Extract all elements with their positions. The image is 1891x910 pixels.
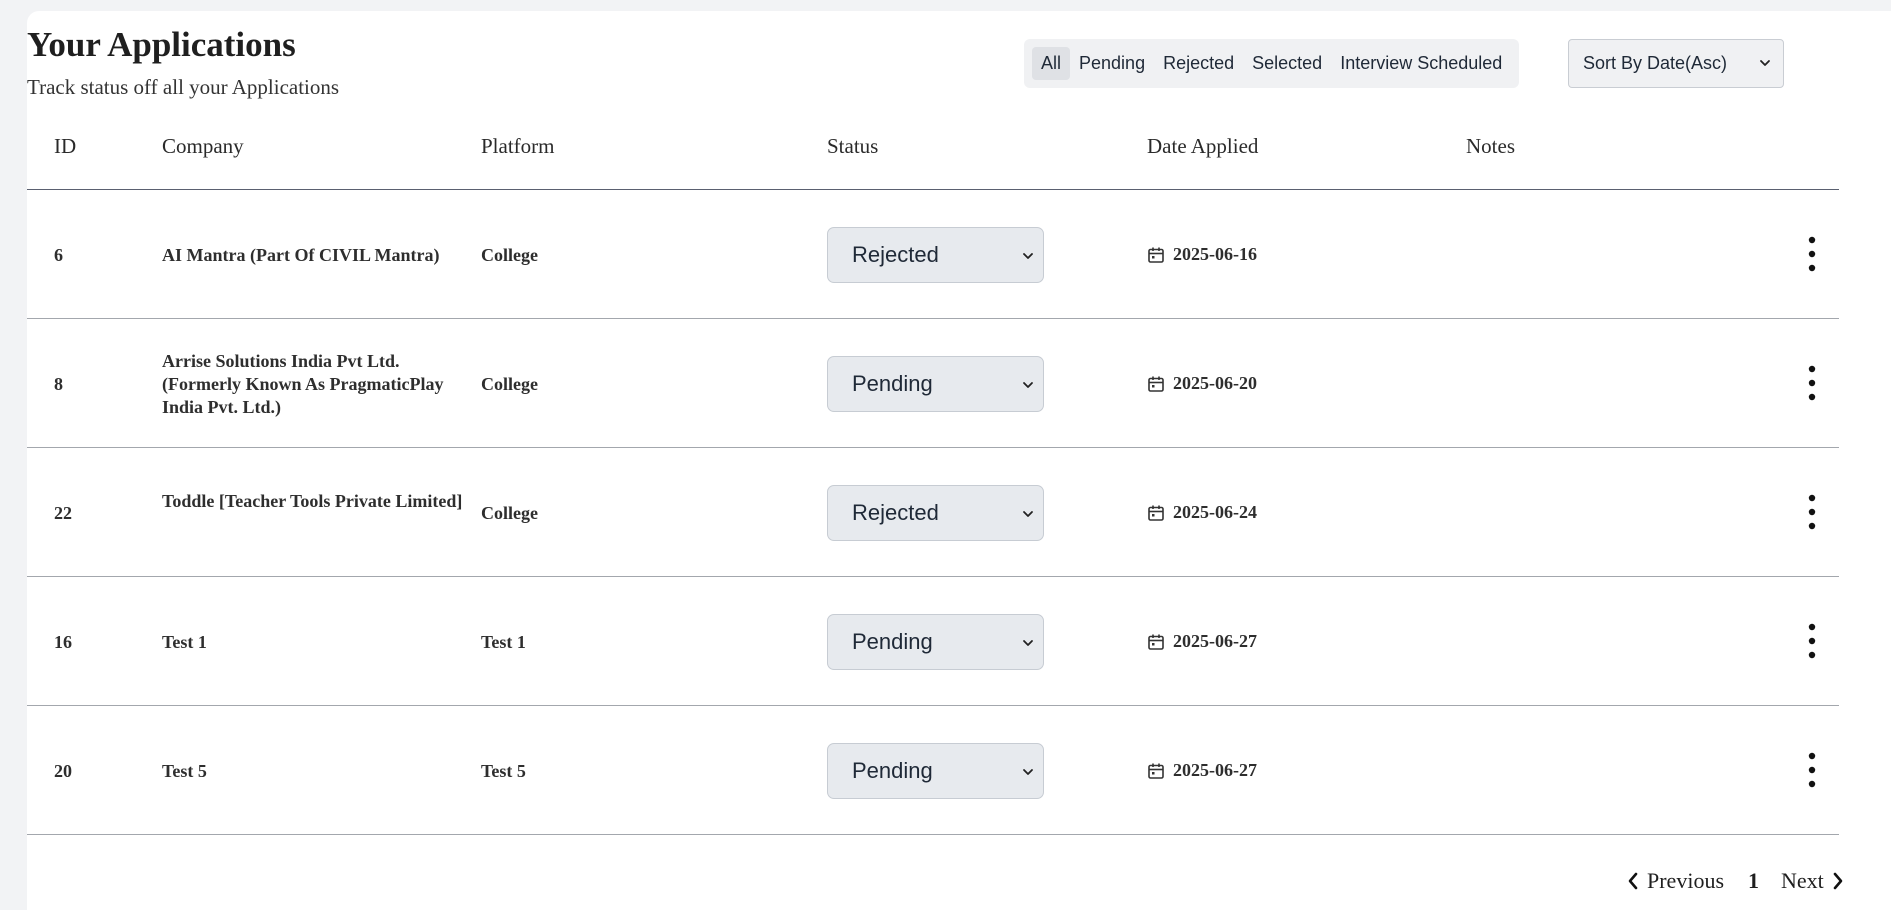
row-id: 8: [54, 374, 63, 394]
previous-button[interactable]: Previous: [1627, 868, 1724, 894]
row-id: 22: [54, 503, 72, 523]
row-platform: College: [481, 503, 538, 523]
table-row: 6 AI Mantra (Part Of CIVIL Mantra) Colle…: [27, 190, 1839, 319]
more-options-icon[interactable]: [1802, 493, 1822, 531]
row-date: 2025-06-27: [1173, 631, 1257, 651]
row-platform: Test 5: [481, 761, 526, 781]
date-applied: 2025-06-24: [1147, 501, 1257, 524]
row-company: Arrise Solutions India Pvt Ltd. (Formerl…: [162, 351, 444, 417]
filter-tab-rejected[interactable]: Rejected: [1154, 47, 1243, 80]
page-subtitle: Track status off all your Applications: [27, 75, 340, 99]
calendar-icon: [1148, 376, 1164, 392]
more-options-icon[interactable]: [1802, 235, 1822, 273]
column-header-id: ID: [54, 134, 77, 158]
row-platform: College: [481, 245, 538, 265]
chevron-down-icon: [1023, 253, 1033, 259]
status-select-value: Rejected: [852, 500, 939, 525]
chevron-down-icon: [1023, 382, 1033, 388]
row-platform: Test 1: [481, 632, 526, 652]
table-row: 20 Test 5 Test 5 Pending 2025-06-27: [27, 706, 1839, 835]
row-company: Toddle [Teacher Tools Private Limited]: [162, 491, 463, 511]
more-options-icon[interactable]: [1802, 622, 1822, 660]
date-applied: 2025-06-27: [1147, 759, 1257, 782]
pagination: Previous 1 Next: [1627, 866, 1844, 896]
calendar-icon: [1148, 505, 1164, 521]
filter-tab-all[interactable]: All: [1032, 47, 1071, 80]
next-label: Next: [1781, 868, 1824, 893]
more-options-icon[interactable]: [1802, 751, 1822, 789]
page-title: Your Applications: [27, 25, 296, 64]
table-row: 16 Test 1 Test 1 Pending 2025-06-27: [27, 577, 1839, 706]
status-select-value: Rejected: [852, 242, 939, 267]
sort-select-value: Sort By Date(Asc): [1583, 53, 1728, 73]
row-date: 2025-06-24: [1173, 502, 1257, 522]
status-select[interactable]: Pending: [827, 743, 1044, 799]
column-header-notes: Notes: [1466, 134, 1515, 158]
row-date: 2025-06-20: [1173, 373, 1257, 393]
chevron-down-icon: [1023, 769, 1033, 775]
row-id: 6: [54, 245, 63, 265]
chevron-down-icon: [1760, 60, 1770, 66]
row-company: AI Mantra (Part Of CIVIL Mantra): [162, 245, 440, 265]
row-company: Test 1: [162, 632, 207, 652]
column-header-platform: Platform: [481, 134, 555, 158]
column-header-company: Company: [162, 134, 244, 158]
next-button[interactable]: Next: [1781, 868, 1844, 894]
filter-tab-pending[interactable]: Pending: [1070, 47, 1154, 80]
status-select[interactable]: Pending: [827, 614, 1044, 670]
table-row: 8 Arrise Solutions India Pvt Ltd. (Forme…: [27, 319, 1839, 448]
filter-tab-interview-scheduled[interactable]: Interview Scheduled: [1331, 47, 1511, 80]
previous-label: Previous: [1647, 868, 1724, 893]
date-applied: 2025-06-16: [1147, 243, 1257, 266]
calendar-icon: [1148, 763, 1164, 779]
date-applied: 2025-06-27: [1147, 630, 1257, 653]
sort-select[interactable]: Sort By Date(Asc): [1568, 39, 1784, 88]
calendar-icon: [1148, 634, 1164, 650]
current-page-number[interactable]: 1: [1748, 868, 1759, 894]
row-platform: College: [481, 374, 538, 394]
row-company: Test 5: [162, 761, 207, 781]
filter-tab-selected[interactable]: Selected: [1243, 47, 1331, 80]
table-header: ID Company Platform Status Date Applied …: [27, 124, 1839, 190]
calendar-icon: [1148, 247, 1164, 263]
chevron-right-icon: [1833, 872, 1843, 890]
chevron-down-icon: [1023, 511, 1033, 517]
column-header-status: Status: [827, 134, 879, 158]
chevron-down-icon: [1023, 640, 1033, 646]
date-applied: 2025-06-20: [1147, 372, 1257, 395]
status-select[interactable]: Pending: [827, 356, 1044, 412]
status-select[interactable]: Rejected: [827, 227, 1044, 283]
row-id: 20: [54, 761, 72, 781]
status-select-value: Pending: [852, 629, 933, 654]
status-select[interactable]: Rejected: [827, 485, 1044, 541]
status-select-value: Pending: [852, 758, 933, 783]
status-filter-tabs: All Pending Rejected Selected Interview …: [1024, 39, 1520, 88]
column-header-date-applied: Date Applied: [1147, 134, 1259, 158]
table-row: 22 Toddle [Teacher Tools Private Limited…: [27, 448, 1839, 577]
status-select-value: Pending: [852, 371, 933, 396]
row-date: 2025-06-27: [1173, 760, 1257, 780]
row-id: 16: [54, 632, 72, 652]
more-options-icon[interactable]: [1802, 364, 1822, 402]
chevron-left-icon: [1628, 872, 1638, 890]
row-date: 2025-06-16: [1173, 244, 1257, 264]
